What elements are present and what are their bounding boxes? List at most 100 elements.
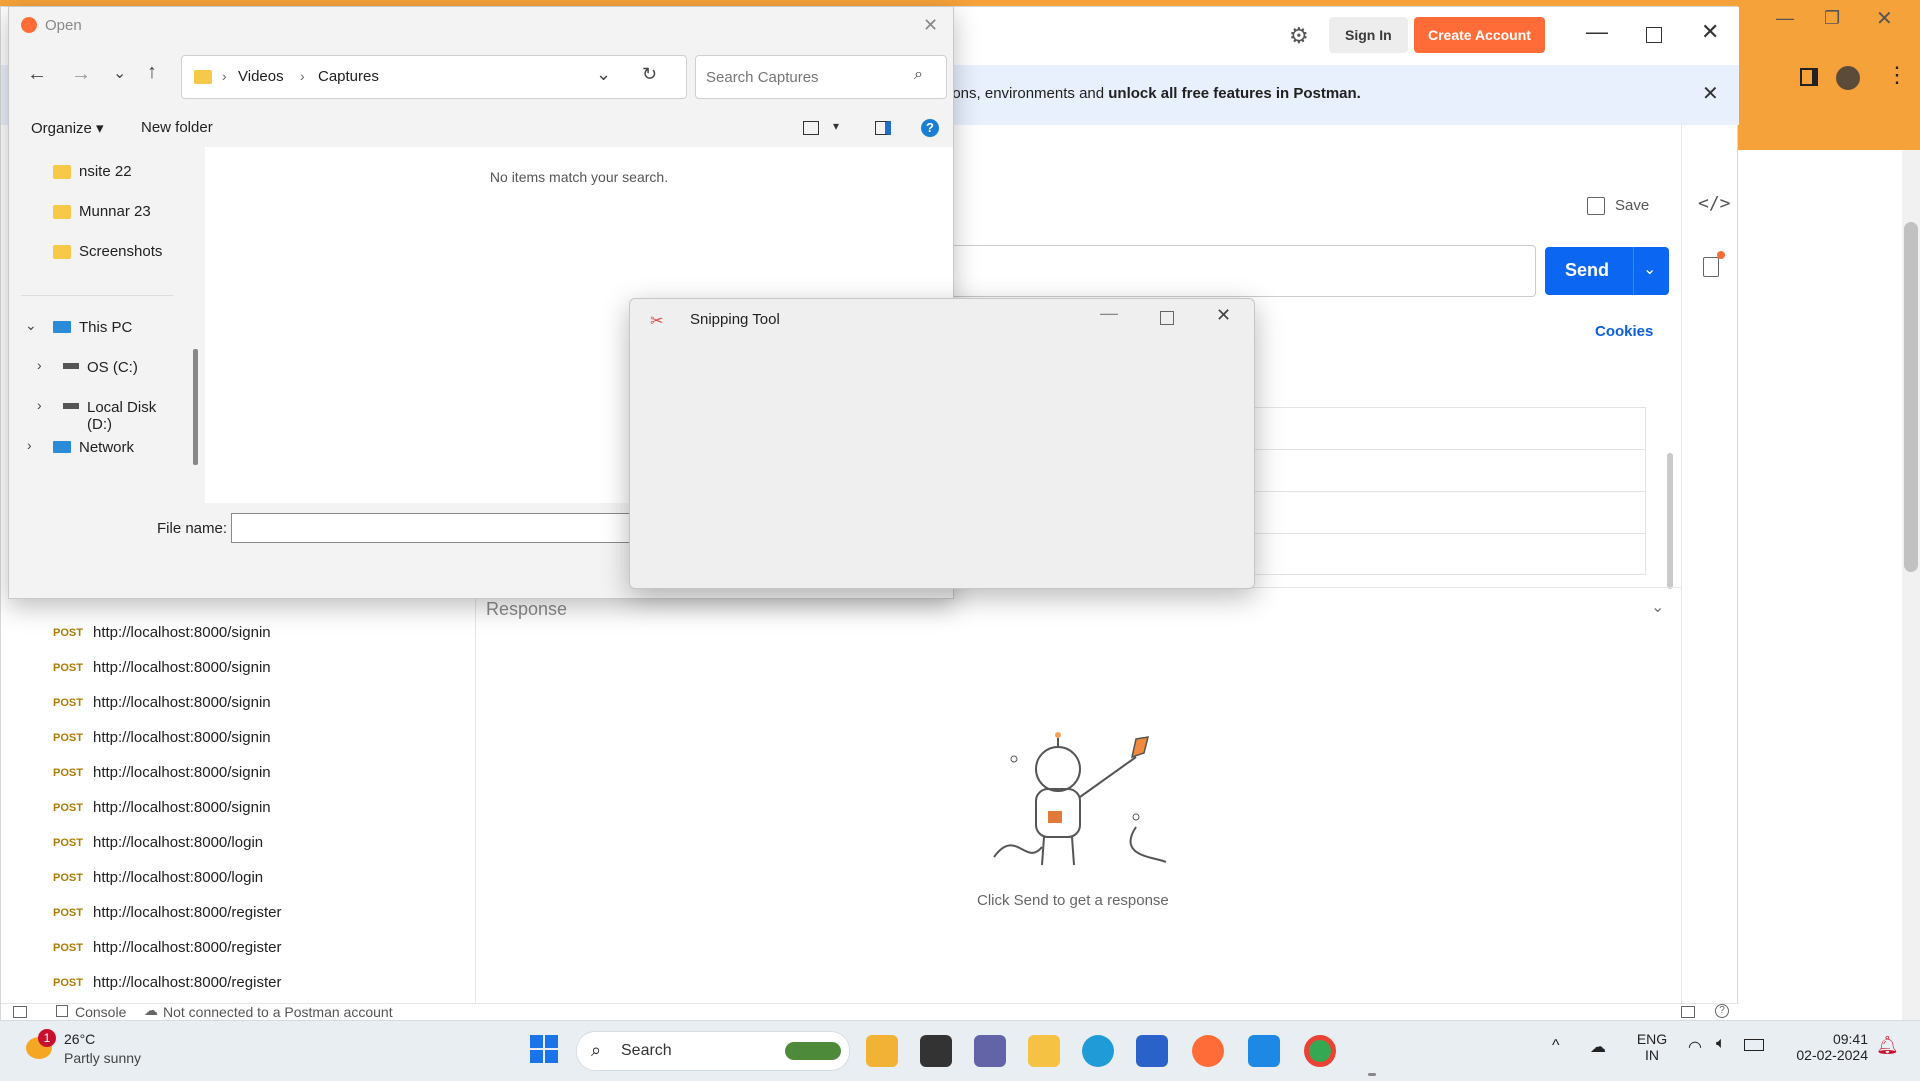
browser-scrollbar-thumb[interactable] bbox=[1904, 222, 1918, 572]
history-item[interactable]: POST http://localhost:8000/signin bbox=[53, 685, 473, 720]
chrome-icon[interactable] bbox=[1304, 1035, 1336, 1067]
cookies-link[interactable]: Cookies bbox=[1595, 323, 1653, 340]
layout-icon[interactable] bbox=[1681, 1006, 1695, 1018]
up-arrow-icon[interactable]: ↑ bbox=[147, 61, 157, 84]
weather-desc[interactable]: Partly sunny bbox=[64, 1050, 141, 1066]
close-icon[interactable]: ✕ bbox=[1701, 19, 1719, 45]
table-row[interactable] bbox=[1251, 450, 1645, 492]
address-bar[interactable]: › Videos › Captures ⌄ ↻ bbox=[181, 55, 687, 99]
history-item[interactable]: POST http://localhost:8000/register bbox=[53, 965, 473, 1000]
dialog-close-icon[interactable]: ✕ bbox=[923, 15, 938, 36]
file-explorer-icon[interactable] bbox=[1028, 1035, 1060, 1067]
onedrive-icon[interactable]: ☁ bbox=[1590, 1037, 1606, 1057]
changelog-icon[interactable] bbox=[1703, 257, 1719, 277]
organize-button[interactable]: Organize ▾ bbox=[31, 119, 104, 137]
microsoft-store-icon[interactable] bbox=[1136, 1035, 1168, 1067]
expand-chevron-icon[interactable]: › bbox=[37, 397, 42, 413]
start-windows-icon[interactable] bbox=[530, 1035, 558, 1063]
sign-in-button[interactable]: Sign In bbox=[1329, 17, 1408, 53]
expand-chevron-icon[interactable]: › bbox=[27, 437, 32, 453]
taskbar-search-label: Search bbox=[621, 1042, 672, 1059]
expand-chevron-icon[interactable]: ⌄ bbox=[25, 317, 37, 334]
table-row[interactable] bbox=[1251, 408, 1645, 450]
avatar[interactable] bbox=[1836, 66, 1860, 90]
history-item[interactable]: POST http://localhost:8000/register bbox=[53, 930, 473, 965]
file-name-input[interactable] bbox=[231, 513, 653, 543]
save-button[interactable]: Save bbox=[1615, 197, 1649, 214]
history-item[interactable]: POST http://localhost:8000/login bbox=[53, 860, 473, 895]
view-options-icon[interactable] bbox=[803, 121, 819, 135]
address-dropdown-chevron-icon[interactable]: ⌄ bbox=[596, 64, 611, 85]
help-icon[interactable]: ? bbox=[1715, 1004, 1729, 1018]
history-item[interactable]: POST http://localhost:8000/signin bbox=[53, 755, 473, 790]
search-input[interactable] bbox=[704, 64, 908, 90]
taskbar-search-box[interactable]: ⌕ Search bbox=[576, 1031, 850, 1071]
back-arrow-icon[interactable]: ← bbox=[27, 63, 47, 86]
view-dropdown-icon[interactable]: ▾ bbox=[833, 119, 839, 133]
browser-restore-icon[interactable]: ❐ bbox=[1824, 8, 1840, 29]
notification-bell-icon[interactable]: 🔔︎ bbox=[1876, 1035, 1899, 1056]
copilot-icon[interactable] bbox=[866, 1035, 898, 1067]
expand-chevron-icon[interactable]: › bbox=[37, 357, 42, 373]
banner-close-icon[interactable]: ✕ bbox=[1702, 81, 1719, 106]
snip-close-icon[interactable]: ✕ bbox=[1216, 305, 1231, 326]
send-button[interactable]: Send bbox=[1565, 260, 1609, 281]
history-item[interactable]: POST http://localhost:8000/signin bbox=[53, 650, 473, 685]
language-indicator[interactable]: ENG IN bbox=[1634, 1031, 1670, 1063]
sidebar-icon[interactable] bbox=[1800, 68, 1818, 86]
new-folder-button[interactable]: New folder bbox=[141, 119, 213, 136]
refresh-icon[interactable]: ↻ bbox=[642, 64, 657, 85]
toggle-sidebar-icon[interactable] bbox=[13, 1006, 27, 1018]
request-url: http://localhost:8000/signin bbox=[93, 799, 271, 816]
more-menu-icon[interactable]: ⋮ bbox=[1886, 62, 1908, 88]
response-collapse-chevron-icon[interactable]: ⌄ bbox=[1651, 597, 1664, 617]
breadcrumb-captures[interactable]: Captures bbox=[318, 68, 379, 85]
maximize-icon[interactable] bbox=[1646, 27, 1662, 43]
nav-folder-item[interactable]: Screenshots bbox=[53, 243, 162, 260]
code-icon[interactable]: </> bbox=[1698, 193, 1731, 214]
clock[interactable]: 09:41 02-02-2024 bbox=[1780, 1031, 1868, 1063]
nav-folder-item[interactable]: Munnar 23 bbox=[53, 203, 151, 220]
teams-chat-icon[interactable] bbox=[974, 1035, 1006, 1067]
nav-drive-d[interactable]: Local Disk (D:) bbox=[87, 399, 185, 433]
save-icon[interactable] bbox=[1587, 197, 1605, 215]
wifi-icon[interactable]: ◠ bbox=[1688, 1037, 1702, 1057]
nav-drive-c[interactable]: OS (C:) bbox=[87, 359, 138, 376]
browser-close-icon[interactable]: ✕ bbox=[1876, 6, 1893, 31]
send-dropdown-chevron-icon[interactable]: ⌄ bbox=[1643, 259, 1656, 279]
history-item[interactable]: POST http://localhost:8000/signin bbox=[53, 720, 473, 755]
task-view-icon[interactable] bbox=[920, 1035, 952, 1067]
forward-arrow-icon[interactable]: → bbox=[71, 63, 91, 86]
browser-minimize-icon[interactable]: — bbox=[1776, 8, 1794, 29]
help-icon[interactable]: ? bbox=[921, 119, 939, 137]
volume-icon[interactable]: 🔈︎ bbox=[1716, 1035, 1726, 1053]
nav-scrollbar[interactable] bbox=[193, 349, 198, 465]
minimize-icon[interactable]: — bbox=[1586, 19, 1608, 45]
create-account-button[interactable]: Create Account bbox=[1414, 17, 1545, 53]
preview-pane-icon[interactable] bbox=[875, 121, 891, 135]
snip-maximize-icon[interactable] bbox=[1160, 311, 1174, 325]
edge-icon[interactable] bbox=[1082, 1035, 1114, 1067]
history-item[interactable]: POST http://localhost:8000/signin bbox=[53, 615, 473, 650]
nav-this-pc[interactable]: This PC bbox=[79, 319, 132, 336]
history-item[interactable]: POST http://localhost:8000/signin bbox=[53, 790, 473, 825]
table-row[interactable] bbox=[1251, 534, 1645, 574]
battery-icon[interactable] bbox=[1744, 1039, 1764, 1051]
show-hidden-icons-chevron-icon[interactable]: ^ bbox=[1552, 1037, 1560, 1055]
postman-app-icon[interactable] bbox=[1192, 1035, 1224, 1067]
settings-gear-icon[interactable]: ⚙ bbox=[1289, 23, 1309, 49]
search-captures-box[interactable]: ⌕ bbox=[695, 55, 947, 99]
nav-network[interactable]: Network bbox=[79, 439, 134, 456]
snip-minimize-icon[interactable]: — bbox=[1100, 303, 1118, 324]
params-scrollbar[interactable] bbox=[1667, 453, 1673, 589]
breadcrumb-videos[interactable]: Videos bbox=[238, 68, 284, 85]
history-item[interactable]: POST http://localhost:8000/login bbox=[53, 825, 473, 860]
vscode-icon[interactable] bbox=[1248, 1035, 1280, 1067]
recent-locations-chevron-icon[interactable]: ⌄ bbox=[113, 63, 126, 83]
console-button[interactable]: Console bbox=[75, 1004, 126, 1020]
table-row[interactable] bbox=[1251, 492, 1645, 534]
history-item[interactable]: POST http://localhost:8000/register bbox=[53, 895, 473, 930]
url-input[interactable] bbox=[951, 245, 1536, 297]
nav-folder-item[interactable]: nsite 22 bbox=[53, 163, 132, 180]
weather-temp[interactable]: 26°C bbox=[64, 1031, 95, 1047]
